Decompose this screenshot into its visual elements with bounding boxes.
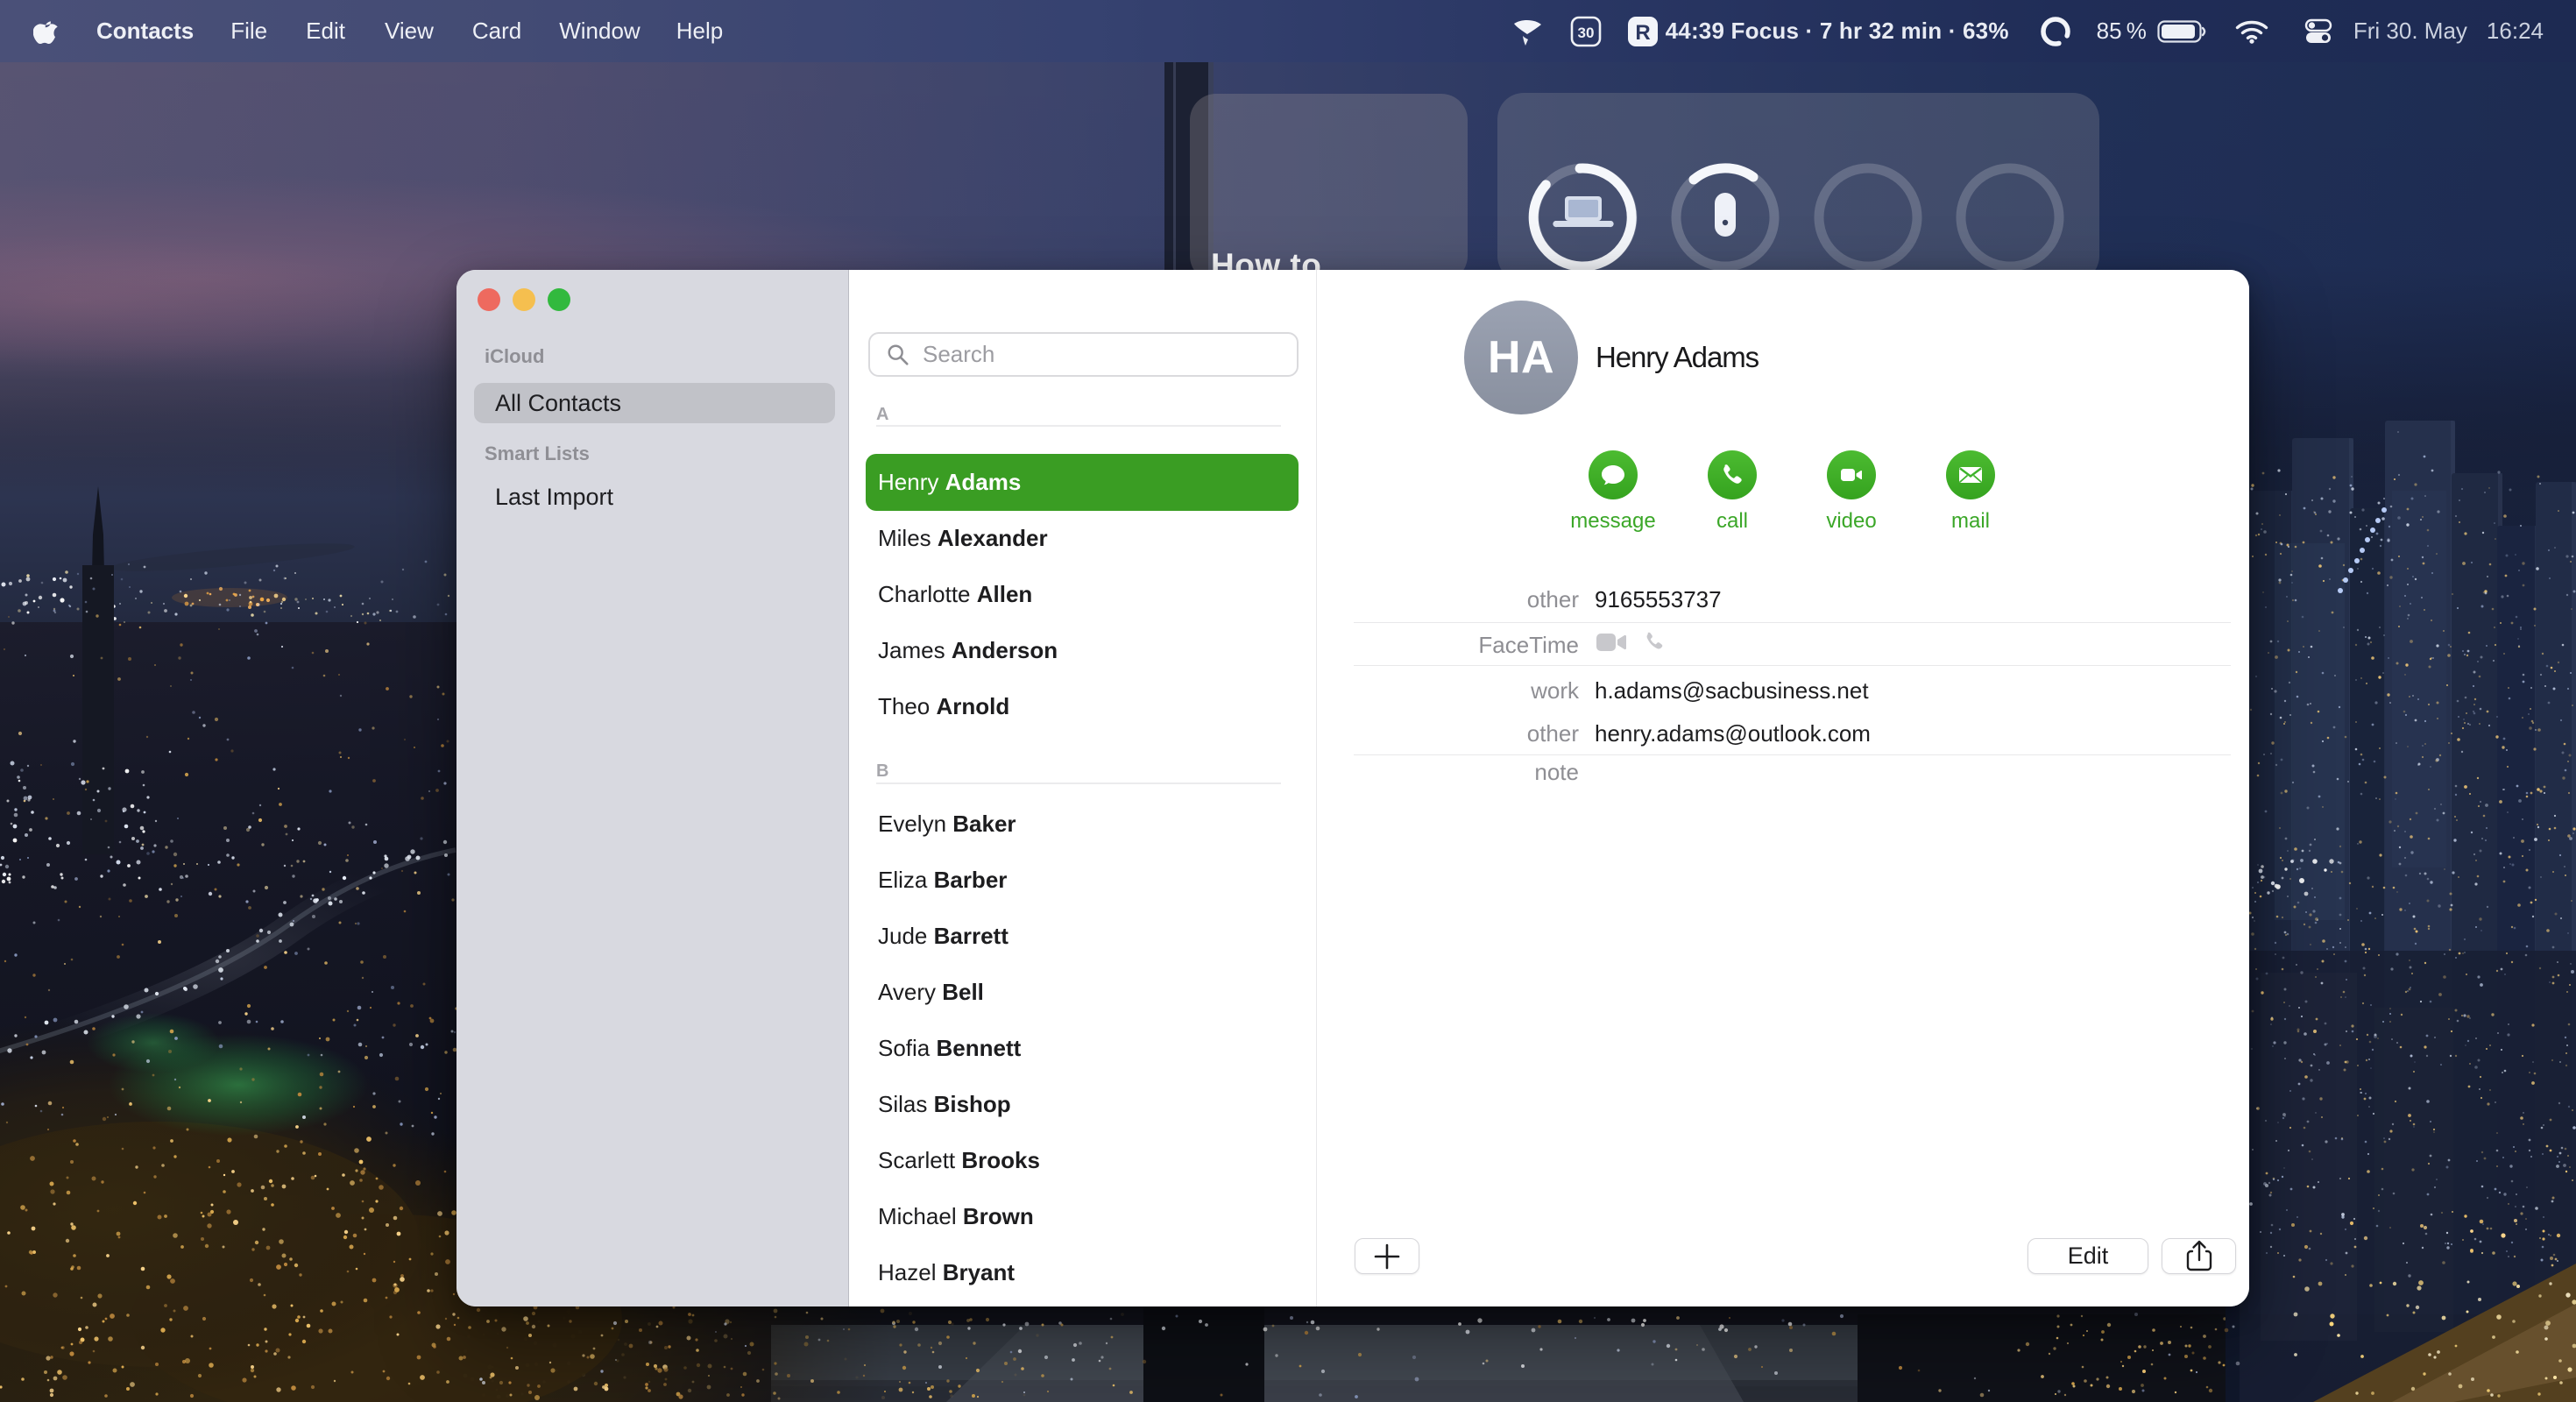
svg-text:30: 30 [1577,25,1594,41]
svg-text:R: R [1635,21,1650,45]
